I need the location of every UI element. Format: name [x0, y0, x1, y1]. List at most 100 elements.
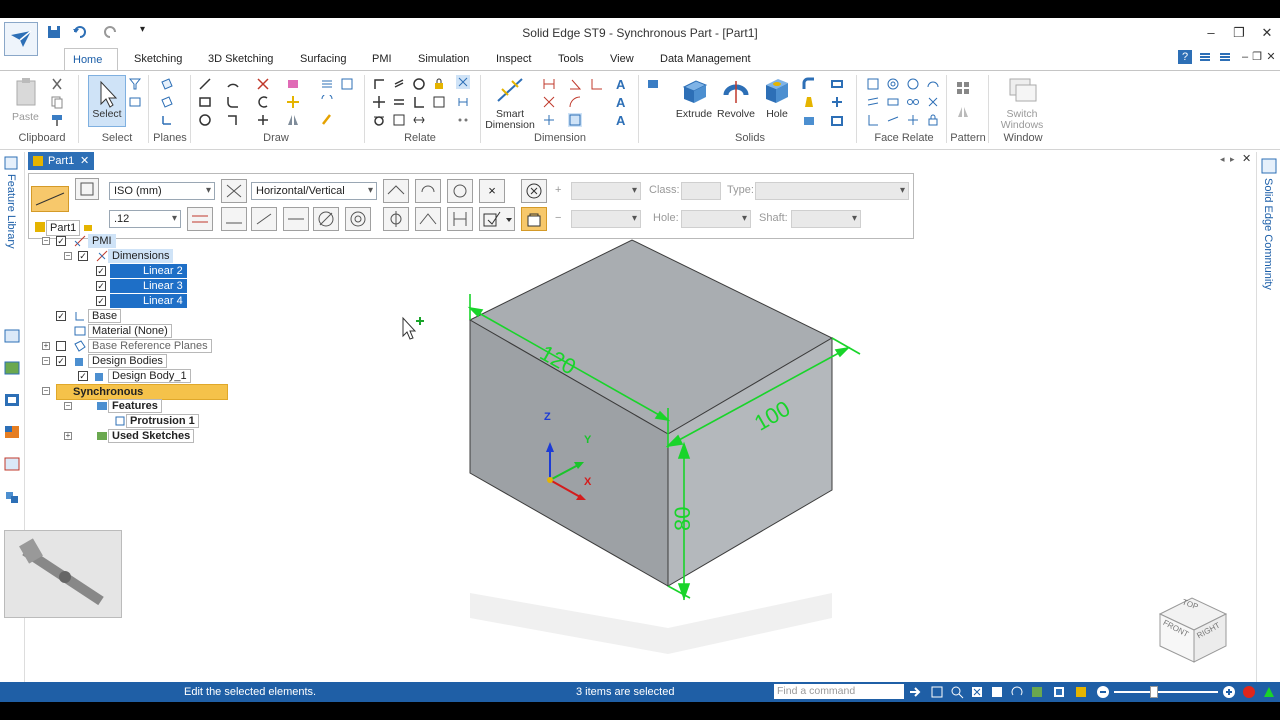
aligned-face-icon[interactable] [866, 113, 880, 127]
feature-library-tab[interactable]: Feature Library [5, 174, 17, 249]
smart-dimension-icon[interactable] [494, 75, 526, 105]
intersect-icon[interactable] [340, 77, 354, 91]
line-icon[interactable] [198, 77, 212, 91]
perpendicular-face-icon[interactable] [886, 95, 900, 109]
parallel-icon[interactable] [392, 77, 406, 91]
cancel-command-button[interactable]: × [479, 179, 505, 203]
symmetric-icon[interactable] [432, 95, 446, 109]
angular-coordinate-icon[interactable] [568, 95, 582, 109]
coordinate-dimension-icon[interactable] [590, 77, 604, 91]
concentric-icon[interactable] [412, 77, 426, 91]
tree-node-dimensions[interactable]: Dimensions [108, 249, 174, 263]
cut-icon[interactable] [50, 77, 64, 91]
extend-icon[interactable] [256, 113, 270, 127]
switch-windows-icon[interactable] [1006, 75, 1038, 105]
checkbox-linear-3[interactable]: ✓ [96, 281, 106, 291]
fillet-icon[interactable] [226, 95, 240, 109]
arrow-style-button[interactable] [251, 207, 277, 231]
tab-surfacing[interactable]: Surfacing [292, 48, 354, 70]
solid-edge-community-tab[interactable]: Solid Edge Community [1262, 178, 1274, 290]
tree-node-linear-3[interactable]: Linear 3 [110, 279, 187, 293]
tab-sketching[interactable]: Sketching [126, 48, 190, 70]
tab-3d-sketching[interactable]: 3D Sketching [200, 48, 281, 70]
status-arrow-icon[interactable] [1262, 685, 1276, 699]
angle-mode-button[interactable] [415, 179, 441, 203]
thin-wall-icon[interactable] [830, 77, 844, 91]
tab-pmi[interactable]: PMI [364, 48, 400, 70]
tangent-face-icon[interactable] [906, 77, 920, 91]
text-icon[interactable]: A [616, 77, 630, 92]
standard-dropdown[interactable]: ISO (mm) [109, 182, 215, 200]
relationship-handles-icon[interactable] [456, 75, 470, 89]
coplanar-icon[interactable] [866, 77, 880, 91]
expander-synchronous[interactable]: − [42, 387, 50, 395]
layout-icon[interactable] [1198, 50, 1212, 64]
include-icon[interactable] [320, 93, 334, 109]
tree-node-linear-2[interactable]: Linear 2 [110, 264, 187, 278]
checkbox-base[interactable]: ✓ [56, 311, 66, 321]
tab-simulation[interactable]: Simulation [410, 48, 477, 70]
view-cube-top-label[interactable]: TOP [1181, 597, 1199, 611]
rigid-set-icon[interactable] [412, 113, 426, 127]
checkbox-design-bodies[interactable]: ✓ [56, 356, 66, 366]
minimize-button[interactable]: – [1202, 24, 1220, 42]
tab-tools[interactable]: Tools [550, 48, 592, 70]
restore-button[interactable]: ❐ [1230, 24, 1248, 42]
zoom-out-icon[interactable] [1096, 685, 1110, 699]
dimension-100-value[interactable]: 100 [750, 396, 795, 437]
rib-icon[interactable] [830, 95, 844, 109]
help-icon[interactable]: ? [1178, 50, 1192, 64]
revolve-icon[interactable] [720, 75, 752, 105]
parallel-face-icon[interactable] [866, 95, 880, 109]
hole-fit-dropdown[interactable] [681, 210, 751, 228]
view-cube-front-label[interactable]: FRONT [1162, 618, 1191, 639]
offset-face-icon[interactable] [926, 95, 940, 109]
font-style-button[interactable] [221, 179, 247, 203]
fill-icon[interactable] [286, 77, 300, 91]
diameter-button[interactable] [313, 207, 339, 231]
paste-icon[interactable] [14, 77, 38, 107]
rotate-icon[interactable] [1010, 685, 1024, 699]
circle-icon[interactable] [198, 113, 212, 127]
checkbox-linear-4[interactable]: ✓ [96, 296, 106, 306]
fit-icon[interactable] [970, 685, 984, 699]
tangent-icon[interactable] [372, 113, 386, 127]
zoom-in-icon[interactable] [1222, 685, 1236, 699]
tree-node-features[interactable]: Features [108, 399, 162, 413]
equal-radius-icon[interactable] [906, 95, 920, 109]
dimension-placement-button[interactable] [31, 186, 69, 212]
expander-dimensions[interactable]: − [64, 252, 72, 260]
document-tab-close-icon[interactable]: ✕ [80, 152, 89, 170]
options-icon[interactable] [75, 178, 99, 200]
view-cube-right-label[interactable]: RIGHT [1195, 621, 1221, 641]
view-orientation-icon[interactable] [1074, 685, 1088, 699]
curve-icon[interactable] [226, 113, 240, 127]
tab-inspect[interactable]: Inspect [488, 48, 539, 70]
layers-icon[interactable] [4, 328, 20, 344]
dimension-80-value[interactable]: 80 [670, 507, 696, 531]
dimension-style-icon[interactable] [542, 113, 556, 127]
trim-icon[interactable] [256, 77, 270, 91]
find-command-input[interactable]: Find a command [774, 684, 904, 699]
view-styles-icon[interactable] [4, 392, 20, 408]
sensors-icon[interactable] [4, 360, 20, 376]
tab-close-all-icon[interactable]: ✕ [1242, 152, 1251, 165]
minus-tolerance-field[interactable] [571, 210, 641, 228]
tree-node-material[interactable]: Material (None) [88, 324, 172, 338]
tree-node-pmi[interactable]: PMI [88, 234, 116, 248]
expander-base-planes[interactable]: + [42, 342, 50, 350]
fix-face-icon[interactable] [926, 113, 940, 127]
tab-scroll-right-icon[interactable]: ▸ [1230, 154, 1235, 165]
zoom-area-icon[interactable] [950, 685, 964, 699]
mirror-pattern-icon[interactable] [956, 105, 970, 119]
format-painter-icon[interactable] [50, 113, 64, 127]
tree-node-design-bodies[interactable]: Design Bodies [88, 354, 167, 368]
select-filter-icon[interactable] [128, 77, 142, 91]
appearance-icon[interactable] [4, 424, 20, 440]
precision-dropdown[interactable]: .12 [109, 210, 181, 228]
shaft-fit-dropdown[interactable] [791, 210, 861, 228]
checkbox-pmi[interactable]: ✓ [56, 236, 66, 246]
expander-features[interactable]: − [64, 402, 72, 410]
zoom-slider-thumb[interactable] [1150, 686, 1158, 698]
callout-icon[interactable]: A [616, 95, 630, 110]
